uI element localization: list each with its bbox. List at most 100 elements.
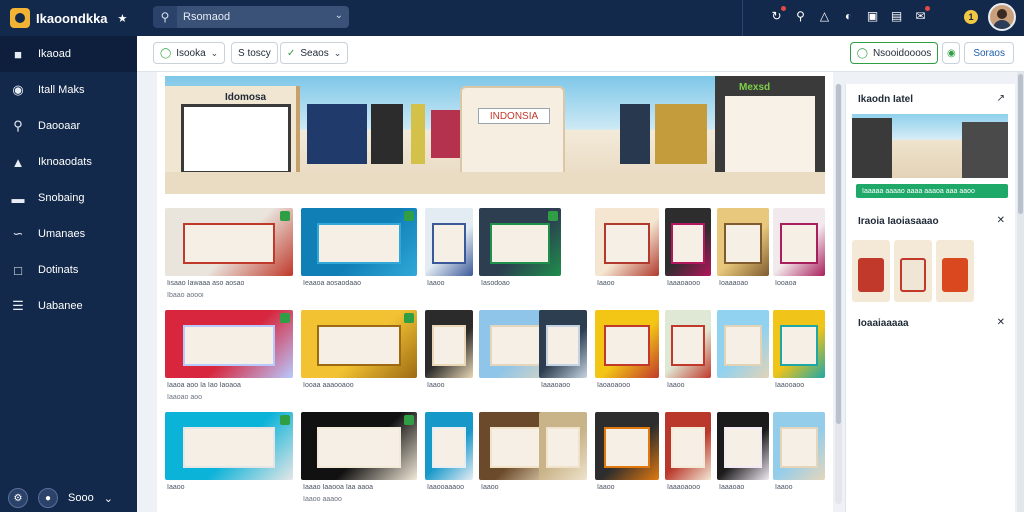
storefront-window bbox=[724, 222, 762, 264]
storefront bbox=[307, 104, 367, 164]
search-input[interactable] bbox=[177, 6, 349, 28]
filter-chip[interactable]: ◯ Isooka ⌄ bbox=[153, 42, 226, 64]
bookmark-icon[interactable] bbox=[280, 415, 290, 425]
store-tile[interactable] bbox=[717, 412, 769, 480]
store-tile[interactable] bbox=[301, 208, 417, 276]
page-scrollbar[interactable] bbox=[1017, 72, 1024, 512]
alert-dot bbox=[781, 6, 786, 11]
store-tile[interactable] bbox=[425, 412, 473, 480]
refresh-icon[interactable]: ↻ bbox=[769, 6, 786, 23]
tile-caption: Iaoaoaooo bbox=[597, 382, 631, 389]
bookmark-icon[interactable] bbox=[280, 211, 290, 221]
storefront-window bbox=[317, 426, 401, 468]
close-icon[interactable]: ✕ bbox=[997, 215, 1005, 226]
bookmark-icon[interactable] bbox=[404, 211, 414, 221]
storefront-window bbox=[780, 222, 818, 264]
sidebar-item-documents[interactable]: □ Dotinats bbox=[0, 252, 137, 288]
list-icon: ☰ bbox=[12, 298, 24, 313]
main-scrollbar[interactable] bbox=[835, 84, 842, 504]
store-tile[interactable] bbox=[773, 310, 825, 378]
notification-badge[interactable]: 1 bbox=[964, 10, 978, 24]
store-tile[interactable] bbox=[595, 208, 659, 276]
favorite-icon[interactable]: ★ bbox=[118, 12, 128, 25]
store-tile[interactable] bbox=[301, 412, 417, 480]
storefront-window bbox=[490, 222, 550, 264]
chip-label: Seaos bbox=[300, 47, 329, 59]
card-icon: ▬ bbox=[11, 190, 25, 206]
product-shelf bbox=[900, 258, 926, 292]
search-icon[interactable]: ⚲ bbox=[153, 6, 177, 28]
store-tile[interactable] bbox=[539, 412, 587, 480]
store-tile[interactable] bbox=[165, 310, 293, 378]
storefront-window bbox=[317, 222, 401, 264]
chevron-down-icon[interactable]: ⌄ bbox=[104, 492, 113, 505]
sidebar-item-maps[interactable]: ◉ Itall Maks bbox=[0, 72, 137, 108]
settings-icon[interactable]: ⚙ bbox=[8, 488, 28, 508]
store-tile[interactable] bbox=[539, 310, 587, 378]
chevron-down-icon[interactable]: ⌄ bbox=[335, 10, 343, 21]
scroll-thumb[interactable] bbox=[1018, 74, 1023, 214]
hero-sign-right: Mexsd bbox=[739, 82, 771, 93]
store-tile[interactable] bbox=[717, 208, 769, 276]
tile-caption: Iaaaoao bbox=[719, 484, 745, 491]
storefront-window bbox=[603, 426, 651, 468]
user-icon[interactable]: ● bbox=[38, 488, 58, 508]
store-tile[interactable] bbox=[773, 208, 825, 276]
store-tile[interactable] bbox=[595, 310, 659, 378]
store-tile[interactable] bbox=[665, 412, 711, 480]
bookmark-icon[interactable] bbox=[548, 211, 558, 221]
alert-icon[interactable]: △ bbox=[817, 8, 832, 23]
sidebar-item-routes[interactable]: ∽ Umanaes bbox=[0, 216, 137, 252]
store-tile[interactable] bbox=[165, 208, 293, 276]
hero-center-store: INDONSIA bbox=[460, 86, 565, 176]
store-tile[interactable] bbox=[665, 208, 711, 276]
sidebar-item-list[interactable]: ☰ Uabanee bbox=[0, 288, 137, 324]
category-chip[interactable]: ✓ Seaos ⌄ bbox=[280, 42, 349, 64]
scroll-thumb[interactable] bbox=[836, 84, 841, 424]
product-thumbnail[interactable] bbox=[894, 240, 932, 302]
storefront-window bbox=[724, 324, 762, 366]
bookmark-icon[interactable] bbox=[404, 415, 414, 425]
help-icon[interactable]: ◐ bbox=[841, 8, 856, 23]
location-field[interactable]: ◯ Nsooidoooos bbox=[849, 42, 939, 64]
brand[interactable]: Ikaoondkka ★ bbox=[0, 8, 137, 28]
action-button[interactable]: Soraos bbox=[964, 42, 1014, 64]
sidebar-item-billing[interactable]: ▬ Snobaing bbox=[0, 180, 137, 216]
mail-icon[interactable]: ✉ bbox=[913, 6, 930, 23]
search-icon[interactable]: ⚲ bbox=[793, 8, 808, 23]
close-icon[interactable]: ✕ bbox=[997, 317, 1005, 328]
store-tile[interactable] bbox=[425, 208, 473, 276]
avatar[interactable] bbox=[988, 3, 1016, 31]
right-panel: Ikaodn Iatel ↗ Iaaaaa aaaao aaaa aaaoa a… bbox=[845, 84, 1015, 512]
store-tile[interactable] bbox=[425, 310, 473, 378]
hero-banner[interactable]: Idomosa INDONSIA Mexsd bbox=[165, 76, 825, 194]
expand-icon[interactable]: ↗ bbox=[997, 93, 1005, 104]
card-button[interactable]: Iaaaaa aaaao aaaa aaaoa aaa aaoo bbox=[856, 184, 1008, 198]
store-tile[interactable] bbox=[301, 310, 417, 378]
sidebar-item-tools[interactable]: ⚲ Daooaar bbox=[0, 108, 137, 144]
location-icon: ◯ bbox=[856, 47, 868, 59]
store-tile[interactable] bbox=[717, 310, 769, 378]
bookmark-icon[interactable] bbox=[280, 313, 290, 323]
bookmark-icon[interactable] bbox=[404, 313, 414, 323]
calendar-icon[interactable]: ▤ bbox=[889, 8, 904, 23]
share-icon[interactable]: ◉ bbox=[942, 42, 961, 64]
sort-chip[interactable]: S toscy bbox=[231, 42, 278, 64]
storefront-window bbox=[780, 426, 818, 468]
store-tile[interactable] bbox=[595, 412, 659, 480]
sidebar-item-reports[interactable]: ▲ Iknoaodats bbox=[0, 144, 137, 180]
store-tile[interactable] bbox=[773, 412, 825, 480]
store-tile[interactable] bbox=[165, 412, 293, 480]
tile-caption: Iaaoo bbox=[481, 484, 499, 491]
sidebar-footer[interactable]: ⚙ ● Sooo ⌄ bbox=[8, 488, 113, 508]
card-thumbnails bbox=[852, 240, 974, 302]
sidebar-item-home[interactable]: ■ Ikaoad bbox=[0, 36, 137, 72]
card-image[interactable] bbox=[852, 114, 1008, 178]
store-tile[interactable] bbox=[479, 208, 561, 276]
product-thumbnail[interactable] bbox=[936, 240, 974, 302]
store-tile[interactable] bbox=[665, 310, 711, 378]
sidebar-item-label: Daooaar bbox=[38, 120, 81, 132]
book-icon[interactable]: ▣ bbox=[865, 8, 880, 23]
product-thumbnail[interactable] bbox=[852, 240, 890, 302]
toolbar: ◯ Isooka ⌄ S toscy ✓ Seaos ⌄ ◯ Nsooidooo… bbox=[137, 36, 1024, 72]
